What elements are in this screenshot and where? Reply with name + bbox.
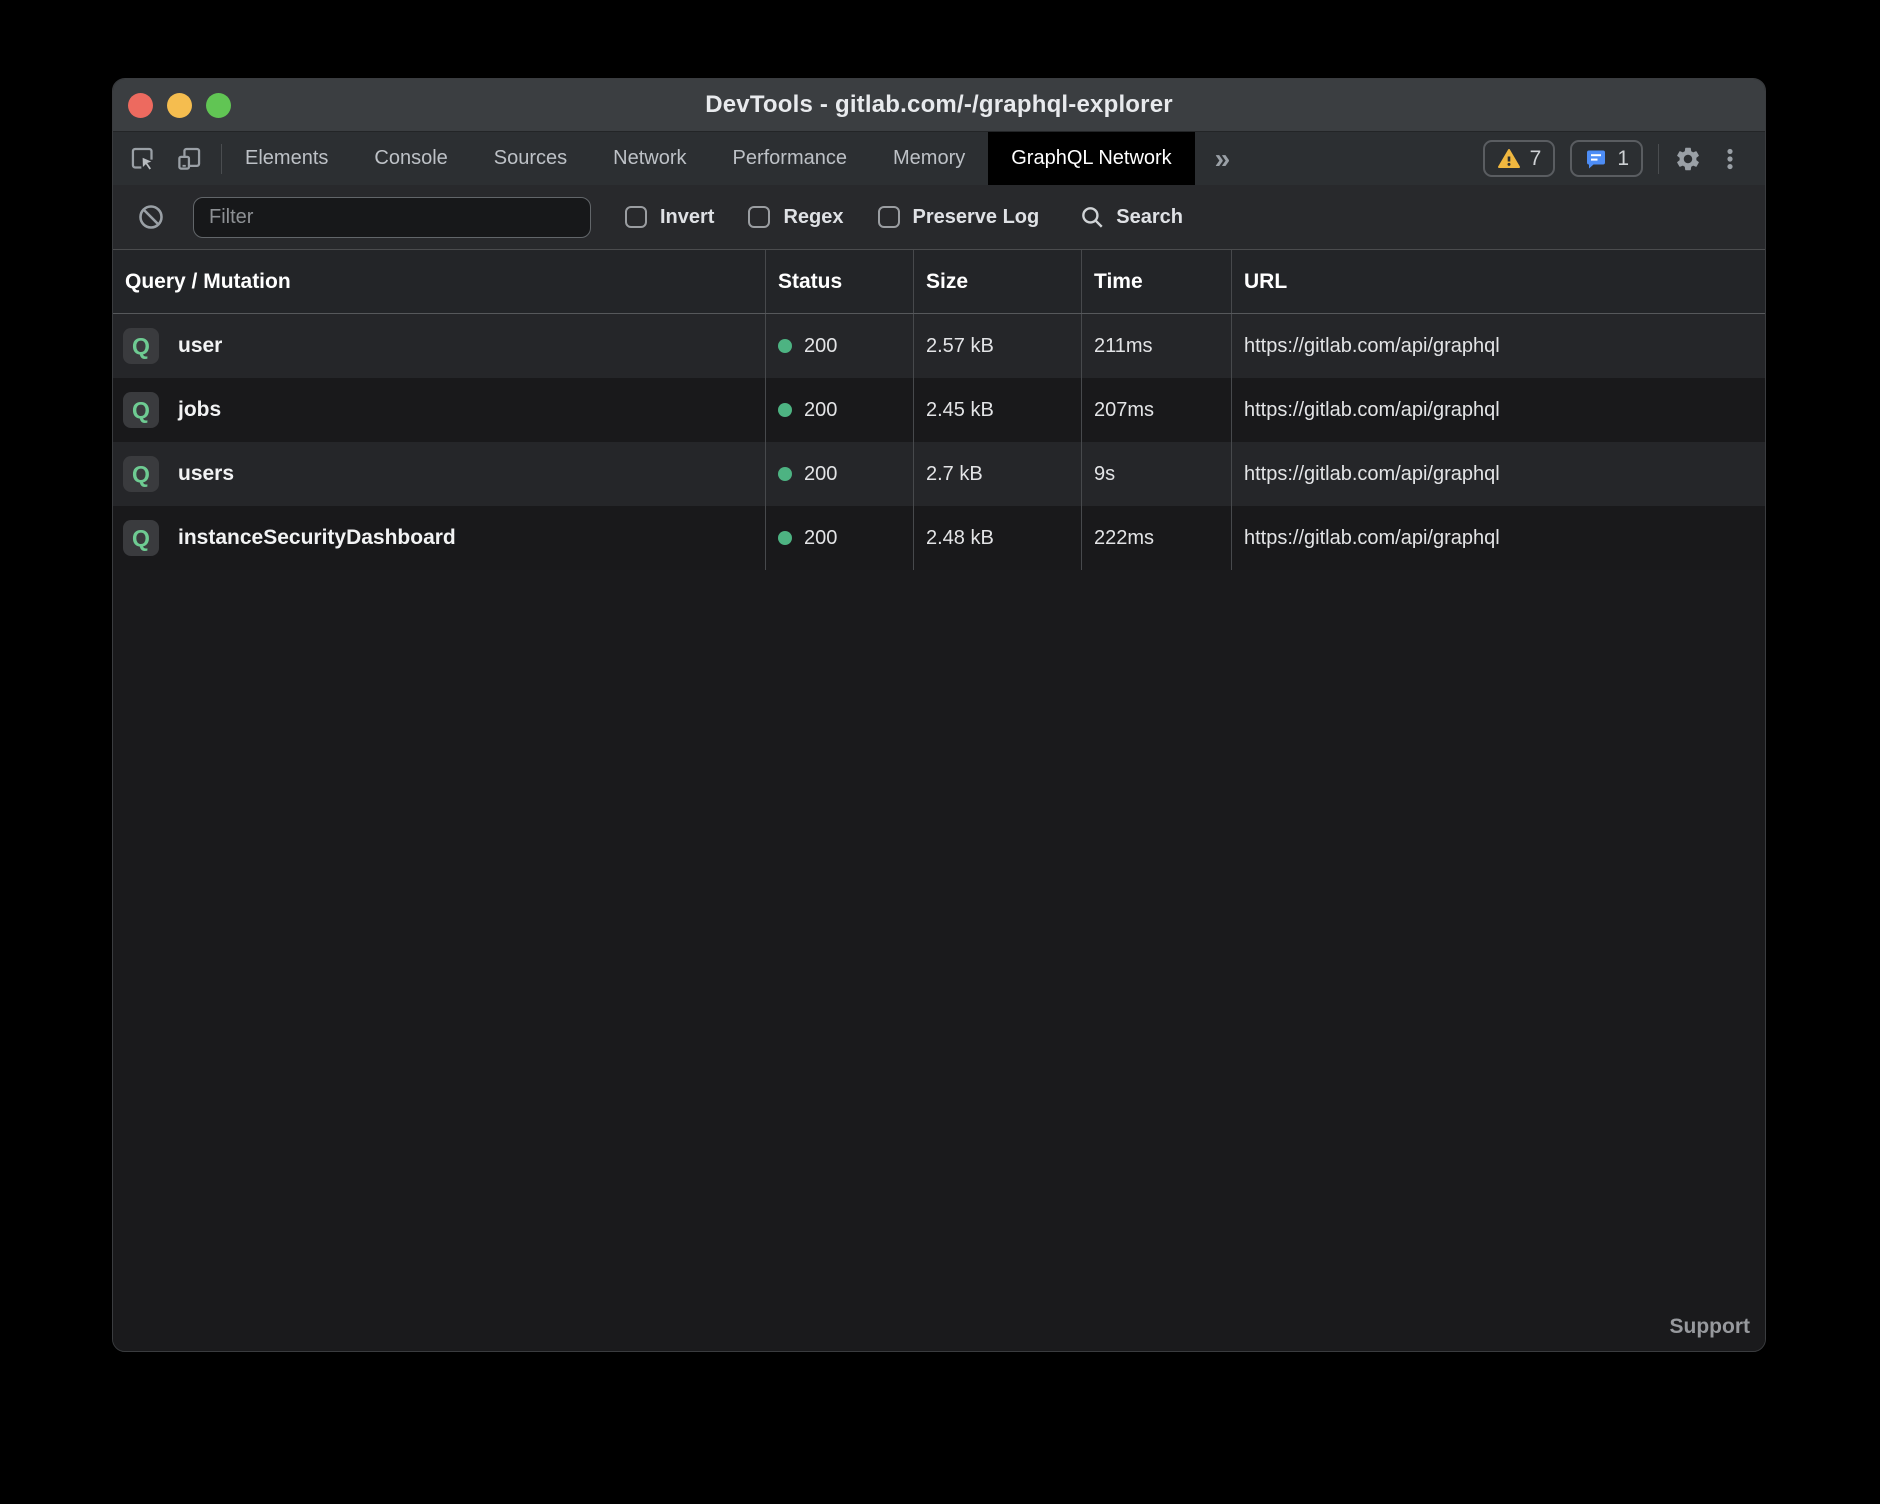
query-name: users — [178, 462, 234, 486]
filter-input[interactable] — [193, 197, 591, 238]
filter-toolbar: Invert Regex Preserve Log Search — [113, 185, 1765, 250]
query-name: jobs — [178, 398, 221, 422]
status-dot-icon — [778, 339, 792, 353]
empty-results-area — [113, 570, 1765, 1351]
status-dot-icon — [778, 531, 792, 545]
issues-count: 1 — [1617, 147, 1629, 171]
devtools-tabbar: Elements Console Sources Network Perform… — [113, 132, 1765, 185]
tab-memory[interactable]: Memory — [870, 132, 988, 185]
table-row[interactable]: Q instanceSecurityDashboard 200 2.48 kB … — [113, 506, 1765, 570]
support-link[interactable]: Support — [1670, 1315, 1750, 1339]
invert-label: Invert — [660, 206, 714, 229]
column-query-mutation: Query / Mutation — [113, 250, 766, 313]
preserve-log-checkbox[interactable] — [878, 206, 900, 228]
query-cell: Q instanceSecurityDashboard — [113, 506, 766, 570]
tab-console[interactable]: Console — [351, 132, 470, 185]
zoom-button[interactable] — [206, 93, 231, 118]
device-toolbar-icon[interactable] — [176, 145, 203, 172]
query-type-badge: Q — [123, 520, 159, 556]
query-name: user — [178, 334, 222, 358]
table-row[interactable]: Q user 200 2.57 kB 211ms https://gitlab.… — [113, 314, 1765, 378]
size-cell: 2.48 kB — [914, 506, 1082, 570]
column-status: Status — [766, 250, 914, 313]
minimize-button[interactable] — [167, 93, 192, 118]
table-row[interactable]: Q users 200 2.7 kB 9s https://gitlab.com… — [113, 442, 1765, 506]
traffic-lights — [128, 79, 231, 131]
size-cell: 2.45 kB — [914, 378, 1082, 442]
time-cell: 207ms — [1082, 378, 1232, 442]
query-type-badge: Q — [123, 392, 159, 428]
status-dot-icon — [778, 403, 792, 417]
regex-checkbox-group[interactable]: Regex — [748, 206, 843, 229]
tab-elements[interactable]: Elements — [222, 132, 351, 185]
column-url: URL — [1232, 250, 1765, 313]
query-cell: Q jobs — [113, 378, 766, 442]
time-cell: 211ms — [1082, 314, 1232, 378]
status-cell: 200 — [766, 506, 914, 570]
query-type-badge: Q — [123, 328, 159, 364]
status-code: 200 — [804, 335, 837, 358]
controls-separator — [1658, 144, 1659, 174]
search-icon — [1079, 204, 1105, 230]
url-cell: https://gitlab.com/api/graphql — [1232, 442, 1765, 506]
size-cell: 2.57 kB — [914, 314, 1082, 378]
clear-block-icon[interactable] — [137, 203, 165, 231]
tabbar-right-controls: 7 1 — [1483, 132, 1765, 185]
search-toggle[interactable]: Search — [1079, 204, 1183, 230]
table-header: Query / Mutation Status Size Time URL — [113, 250, 1765, 314]
warning-triangle-icon — [1497, 147, 1521, 171]
regex-label: Regex — [783, 206, 843, 229]
column-time: Time — [1082, 250, 1232, 313]
more-tabs-icon[interactable]: » — [1195, 132, 1251, 185]
preserve-log-checkbox-group[interactable]: Preserve Log — [878, 206, 1040, 229]
status-cell: 200 — [766, 314, 914, 378]
status-cell: 200 — [766, 378, 914, 442]
regex-checkbox[interactable] — [748, 206, 770, 228]
tab-sources[interactable]: Sources — [471, 132, 590, 185]
toolbar-icons — [113, 132, 221, 185]
titlebar: DevTools - gitlab.com/-/graphql-explorer — [113, 79, 1765, 132]
column-size: Size — [914, 250, 1082, 313]
url-cell: https://gitlab.com/api/graphql — [1232, 314, 1765, 378]
query-name: instanceSecurityDashboard — [178, 526, 456, 550]
devtools-window: DevTools - gitlab.com/-/graphql-explorer… — [112, 78, 1766, 1352]
url-cell: https://gitlab.com/api/graphql — [1232, 506, 1765, 570]
time-cell: 9s — [1082, 442, 1232, 506]
invert-checkbox[interactable] — [625, 206, 647, 228]
size-cell: 2.7 kB — [914, 442, 1082, 506]
issues-bubble-icon — [1584, 147, 1608, 171]
status-code: 200 — [804, 463, 837, 486]
issues-badge[interactable]: 1 — [1570, 140, 1643, 177]
query-type-badge: Q — [123, 456, 159, 492]
close-button[interactable] — [128, 93, 153, 118]
table-row[interactable]: Q jobs 200 2.45 kB 207ms https://gitlab.… — [113, 378, 1765, 442]
warnings-count: 7 — [1530, 147, 1542, 171]
status-cell: 200 — [766, 442, 914, 506]
search-label: Search — [1116, 206, 1183, 229]
kebab-menu-icon[interactable] — [1717, 145, 1743, 173]
query-cell: Q users — [113, 442, 766, 506]
tab-performance[interactable]: Performance — [710, 132, 871, 185]
panel-tabs: Elements Console Sources Network Perform… — [222, 132, 1250, 185]
status-dot-icon — [778, 467, 792, 481]
settings-gear-icon[interactable] — [1674, 145, 1702, 173]
inspect-element-icon[interactable] — [129, 145, 156, 172]
preserve-log-label: Preserve Log — [913, 206, 1040, 229]
url-cell: https://gitlab.com/api/graphql — [1232, 378, 1765, 442]
tab-graphql-network[interactable]: GraphQL Network — [988, 132, 1194, 185]
time-cell: 222ms — [1082, 506, 1232, 570]
query-cell: Q user — [113, 314, 766, 378]
tab-network[interactable]: Network — [590, 132, 709, 185]
status-code: 200 — [804, 399, 837, 422]
invert-checkbox-group[interactable]: Invert — [625, 206, 714, 229]
status-code: 200 — [804, 527, 837, 550]
window-title: DevTools - gitlab.com/-/graphql-explorer — [705, 91, 1173, 119]
warnings-badge[interactable]: 7 — [1483, 140, 1556, 177]
